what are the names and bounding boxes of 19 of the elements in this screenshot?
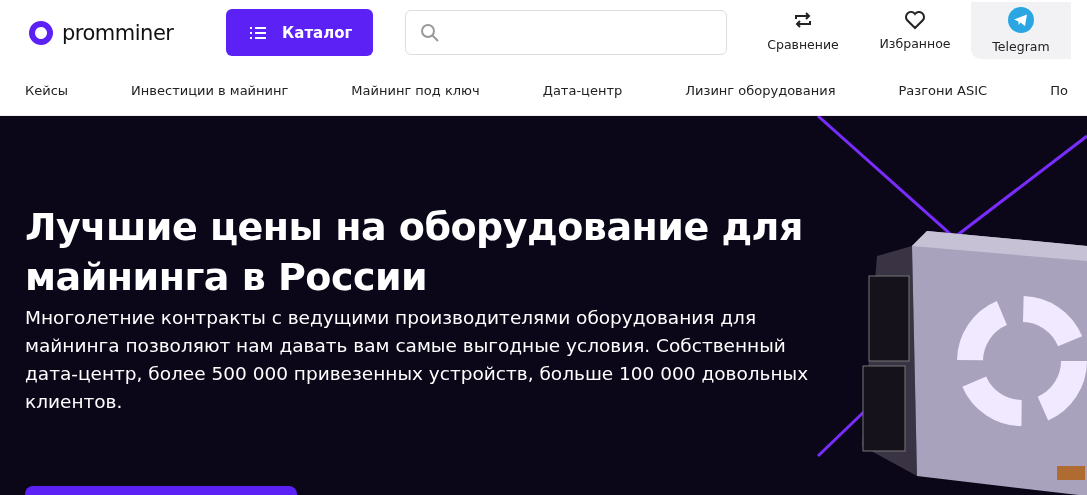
heart-icon (904, 10, 926, 30)
search-icon (420, 22, 440, 43)
header-action[interactable]: Избранное (859, 2, 971, 59)
telegram-icon (1008, 7, 1034, 33)
search-field[interactable] (405, 10, 727, 55)
header-action[interactable]: Сравнение (747, 2, 859, 59)
nav-link[interactable]: Инвестиции в майнинг (131, 82, 289, 98)
list-icon (250, 26, 266, 39)
nav-link[interactable]: Лизинг оборудования (685, 82, 836, 98)
header-action[interactable]: Telegram (971, 2, 1071, 59)
hero-text: Многолетние контракты с ведущими производителями оборудования для майнинга позволяют нам давать вам самые выгодные условия. Собственный дата-центр, более 500 000 привезенных устройств, больше 100 000 довольных клиентов. (25, 306, 810, 414)
nav-link[interactable]: Майнинг под ключ (351, 82, 480, 98)
nav-link[interactable]: Кейсы (25, 82, 69, 98)
nav-link[interactable]: Дата-центр (542, 82, 623, 98)
logo-text[interactable]: promminer (62, 20, 174, 45)
nav-link[interactable]: По (1050, 82, 1068, 98)
nav-link[interactable]: Разгони ASIC (898, 82, 988, 98)
hero-title: Лучшие цены на оборудование для майнинга в России (25, 204, 804, 301)
catalog-button[interactable]: Каталог (226, 9, 373, 56)
